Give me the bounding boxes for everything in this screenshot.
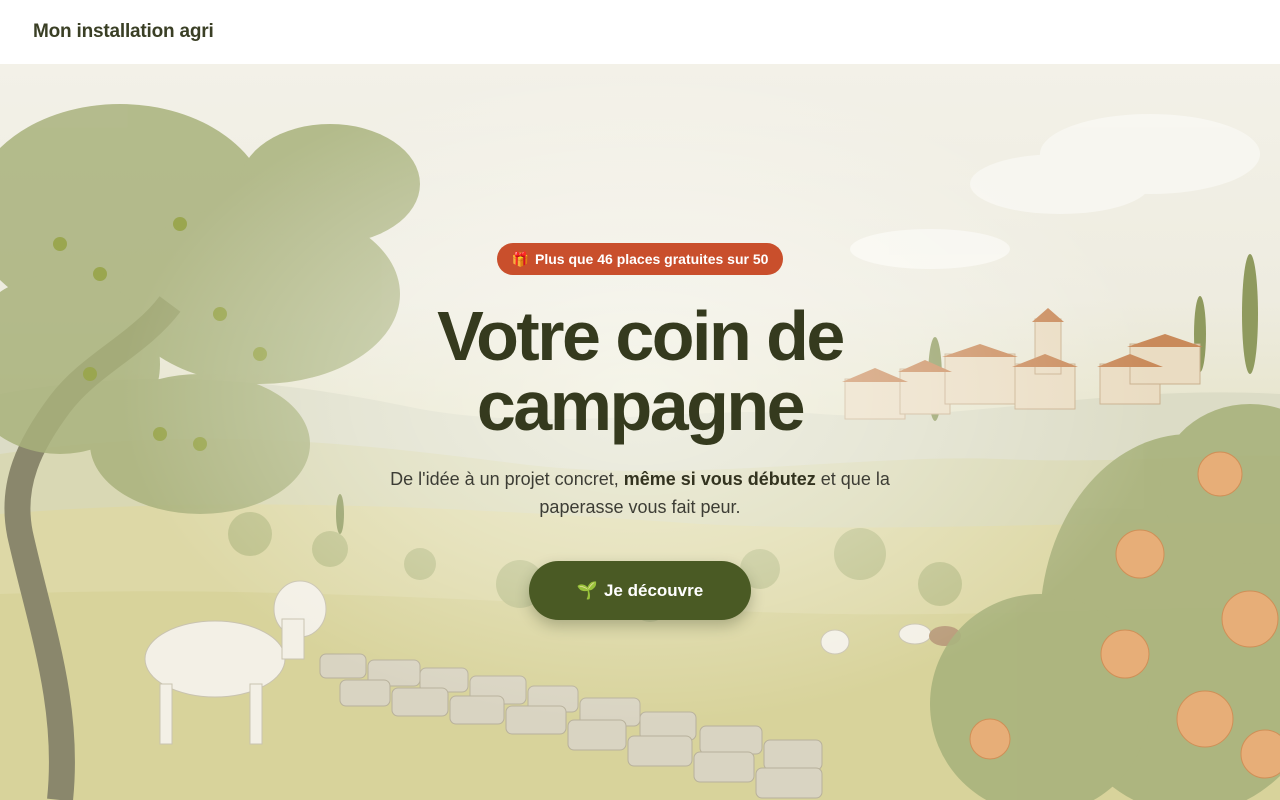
hero-section: 🎁 Plus que 46 places gratuites sur 50 Vo… [0,64,1280,800]
subtitle-emphasis: même si vous débutez [623,469,816,489]
badge-text: Plus que 46 places gratuites sur 50 [535,251,769,267]
subtitle-part-1: De l'idée à un projet concret, [390,469,624,489]
brand-logo-text[interactable]: Mon installation agri [33,21,214,43]
free-places-badge: 🎁 Plus que 46 places gratuites sur 50 [496,243,784,275]
hero-subtitle: De l'idée à un projet concret, même si v… [360,465,920,521]
gift-icon: 🎁 [511,250,529,267]
top-bar: Mon installation agri [0,0,1280,64]
seedling-icon: 🌱 [576,580,598,600]
hero-headline: Votre coin de campagne [437,297,845,445]
hero-content: 🎁 Plus que 46 places gratuites sur 50 Vo… [0,64,1280,800]
discover-button[interactable]: 🌱 Je découvre [529,561,751,620]
discover-button-label: Je découvre [603,580,704,600]
